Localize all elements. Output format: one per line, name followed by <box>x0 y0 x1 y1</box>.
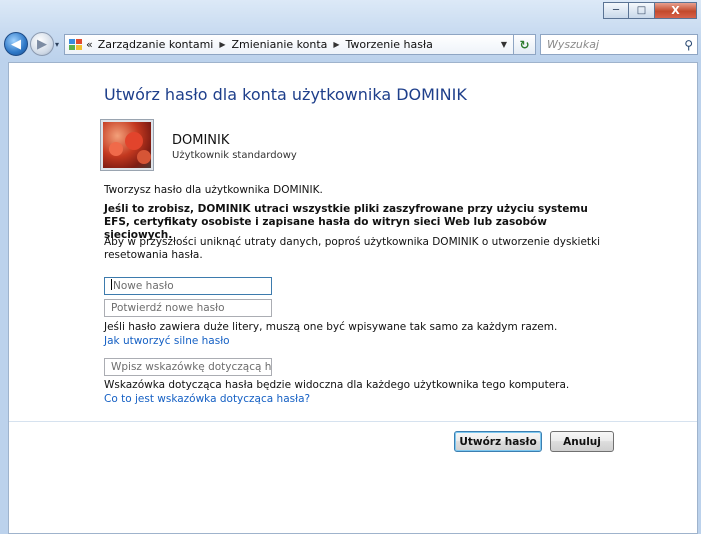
page-title: Utwórz hasło dla konta użytkownika DOMIN… <box>104 85 467 104</box>
control-panel-icon <box>69 38 83 51</box>
hint-visibility-note: Wskazówka dotycząca hasła będzie widoczn… <box>104 379 570 391</box>
user-name: DOMINIK <box>172 133 230 148</box>
create-password-button[interactable]: Utwórz hasło <box>454 431 542 452</box>
icon-quad-yellow <box>76 45 82 50</box>
confirm-password-placeholder: Potwierdź nowe hasło <box>111 302 225 314</box>
forward-button[interactable]: ▶ <box>30 32 54 56</box>
confirm-password-field[interactable]: Potwierdź nowe hasło <box>104 299 272 317</box>
user-account-type: Użytkownik standardowy <box>172 150 297 161</box>
breadcrumb-overflow[interactable]: « <box>86 38 93 51</box>
content-pane: Utwórz hasło dla konta użytkownika DOMIN… <box>8 62 698 534</box>
maximize-button[interactable]: □ <box>629 2 655 19</box>
breadcrumb-separator-icon[interactable]: ▶ <box>333 40 339 49</box>
intro-text: Tworzysz hasło dla użytkownika DOMINIK. <box>104 184 323 196</box>
search-icon[interactable]: ⚲ <box>684 38 693 52</box>
breadcrumb-item[interactable]: Zmienianie konta <box>232 38 328 51</box>
back-button[interactable]: ◀ <box>4 32 28 56</box>
reset-disk-note: Aby w przyszłości uniknąć utraty danych,… <box>104 236 601 261</box>
new-password-field[interactable]: Nowe hasło <box>104 277 272 295</box>
icon-quad-green <box>69 45 75 50</box>
new-password-placeholder: Nowe hasło <box>113 280 174 292</box>
address-dropdown-icon[interactable]: ▼ <box>501 40 507 49</box>
navigation-bar: ◀ ▶ ▾ « Zarządzanie kontami ▶ Zmienianie… <box>0 30 701 60</box>
case-sensitivity-note: Jeśli hasło zawiera duże litery, muszą o… <box>104 321 558 333</box>
breadcrumb-separator-icon[interactable]: ▶ <box>219 40 225 49</box>
caption-buttons: ─ □ X <box>603 2 697 19</box>
strong-password-link[interactable]: Jak utworzyć silne hasło <box>104 335 230 348</box>
address-bar[interactable]: « Zarządzanie kontami ▶ Zmienianie konta… <box>64 34 514 55</box>
breadcrumb-item[interactable]: Zarządzanie kontami <box>98 38 214 51</box>
title-bar[interactable]: ─ □ X <box>0 0 701 30</box>
search-placeholder: Wyszukaj <box>547 38 600 51</box>
search-input[interactable]: Wyszukaj ⚲ <box>540 34 698 55</box>
divider <box>9 421 697 422</box>
icon-quad-blue <box>69 38 75 44</box>
password-hint-placeholder: Wpisz wskazówkę dotyczącą hasła <box>111 361 272 373</box>
password-hint-field[interactable]: Wpisz wskazówkę dotyczącą hasła <box>104 358 272 376</box>
recent-pages-dropdown[interactable]: ▾ <box>55 40 59 49</box>
close-button[interactable]: X <box>655 2 697 19</box>
cancel-button[interactable]: Anuluj <box>550 431 614 452</box>
user-avatar <box>101 120 153 170</box>
what-is-hint-link[interactable]: Co to jest wskazówka dotycząca hasła? <box>104 393 310 406</box>
minimize-button[interactable]: ─ <box>603 2 629 19</box>
text-caret <box>111 279 112 290</box>
icon-quad-red <box>76 38 82 44</box>
window: ─ □ X ◀ ▶ ▾ « Zarządzanie kontami ▶ Zmie… <box>0 0 701 534</box>
breadcrumb-item[interactable]: Tworzenie hasła <box>346 38 433 51</box>
refresh-button[interactable]: ↻ <box>514 34 536 55</box>
